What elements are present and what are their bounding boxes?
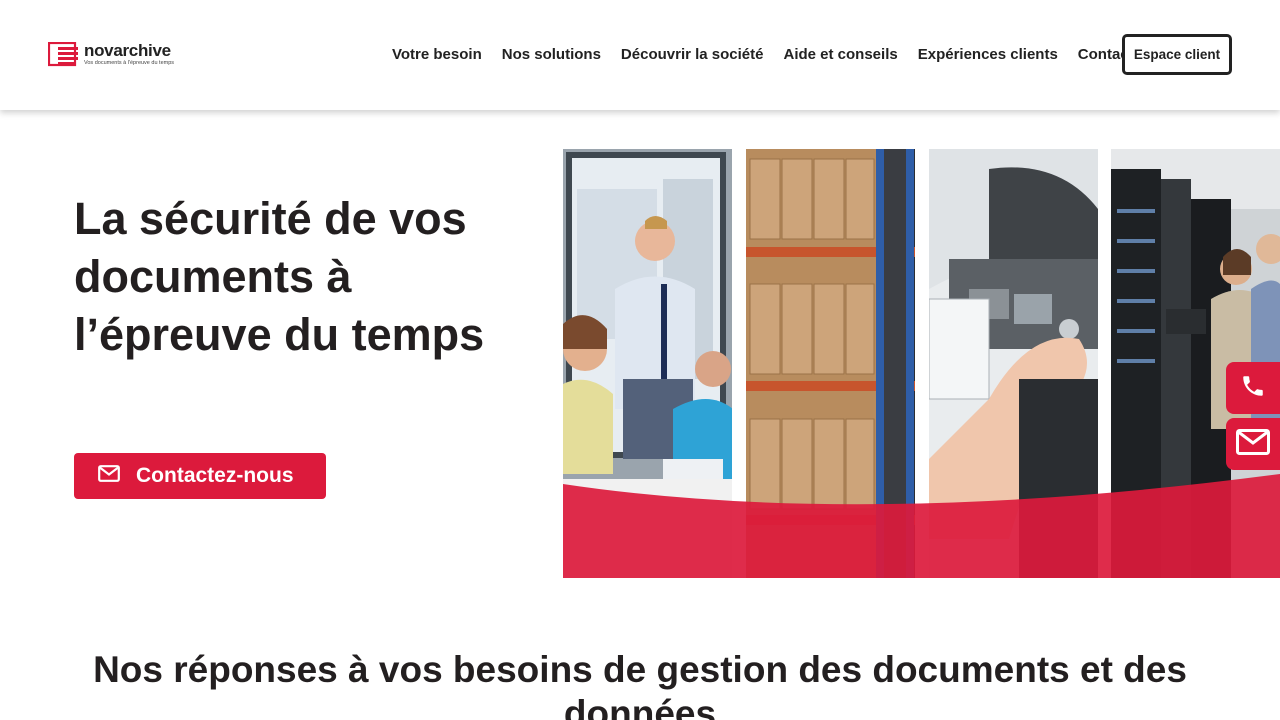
red-wave-decoration bbox=[563, 474, 1280, 578]
nav-item-nos-solutions[interactable]: Nos solutions bbox=[502, 46, 601, 64]
hero-title: La sécurité de vos documents à l’épreuve… bbox=[74, 190, 544, 364]
espace-client-button[interactable]: Espace client bbox=[1122, 34, 1232, 75]
section-title: Nos réponses à vos besoins de gestion de… bbox=[93, 649, 1187, 720]
nav-item-aide-et-conseils[interactable]: Aide et conseils bbox=[784, 46, 898, 64]
phone-icon bbox=[1240, 373, 1266, 404]
phone-button[interactable] bbox=[1226, 362, 1280, 414]
nav-item-experiences-clients[interactable]: Expériences clients bbox=[918, 46, 1058, 64]
logo-mark-icon bbox=[47, 41, 80, 68]
envelope-icon bbox=[1236, 428, 1270, 460]
site-header: novarchive Vos documents à l'épreuve du … bbox=[0, 0, 1280, 110]
hero-title-line: La sécurité de vos bbox=[74, 193, 467, 244]
logo-tagline: Vos documents à l'épreuve du temps bbox=[84, 60, 175, 66]
contact-us-label: Contactez-nous bbox=[136, 464, 294, 487]
contact-us-button[interactable]: Contactez-nous bbox=[74, 453, 326, 499]
logo-name: novarchive bbox=[84, 41, 171, 60]
hero-image-collage bbox=[563, 149, 1280, 578]
nav-item-decouvrir-la-societe[interactable]: Découvrir la société bbox=[621, 46, 764, 64]
logo[interactable]: novarchive Vos documents à l'épreuve du … bbox=[47, 41, 175, 68]
nav-item-votre-besoin[interactable]: Votre besoin bbox=[392, 46, 482, 64]
hero-title-line: documents à bbox=[74, 251, 352, 302]
hero-title-line: l’épreuve du temps bbox=[74, 309, 485, 360]
envelope-icon bbox=[98, 465, 120, 487]
email-button[interactable] bbox=[1226, 418, 1280, 470]
main-nav: Votre besoin Nos solutions Découvrir la … bbox=[392, 46, 1134, 64]
